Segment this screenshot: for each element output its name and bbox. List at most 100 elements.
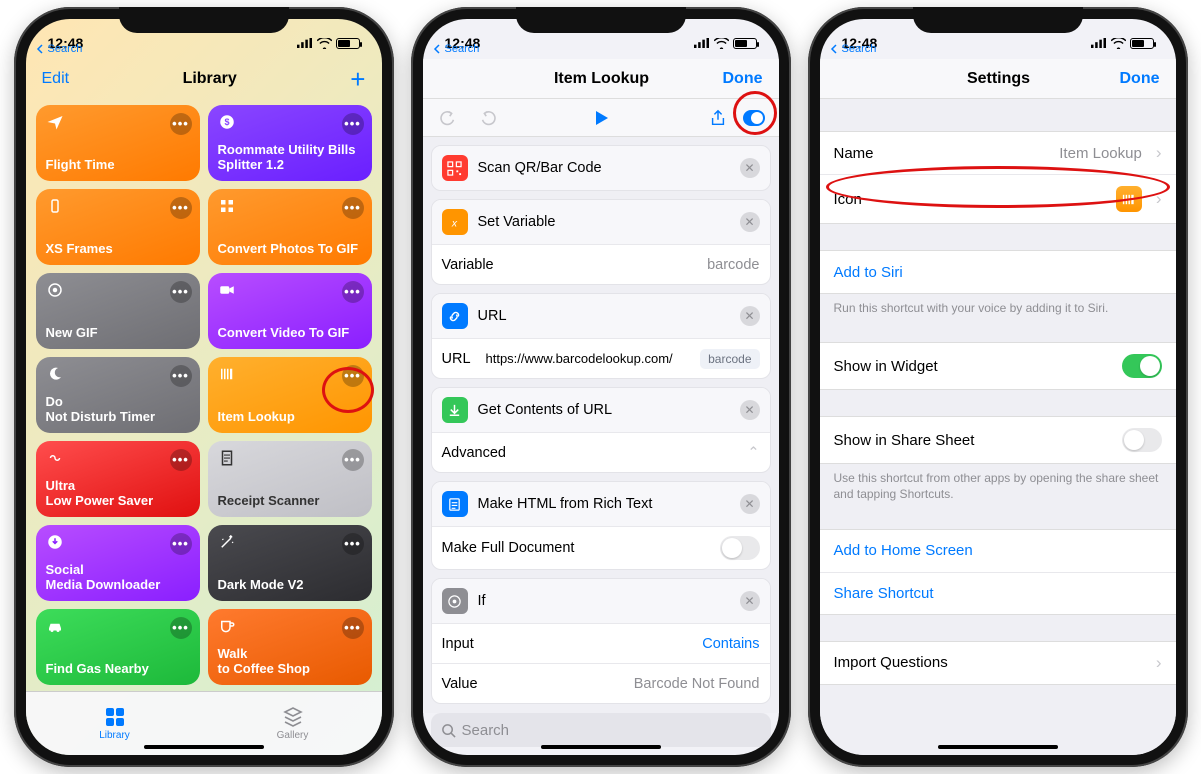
shortcut-tile[interactable]: ••• UltraLow Power Saver xyxy=(36,441,200,517)
page-title: Settings xyxy=(967,70,1030,88)
row-import-questions[interactable]: Import Questions › xyxy=(820,642,1176,684)
shortcut-tile[interactable]: ••• Receipt Scanner xyxy=(208,441,372,517)
tile-label: UltraLow Power Saver xyxy=(46,479,190,509)
shortcut-tile[interactable]: ••• Walkto Coffee Shop xyxy=(208,609,372,685)
tile-more-button[interactable]: ••• xyxy=(342,281,364,303)
svg-text:$: $ xyxy=(224,117,229,127)
row-show-share-sheet[interactable]: Show in Share Sheet xyxy=(820,417,1176,463)
settings-list: Name Item Lookup › Icon › Add to Siri Ru… xyxy=(820,99,1176,755)
row-show-widget[interactable]: Show in Widget xyxy=(820,343,1176,389)
advanced-row[interactable]: Advanced ⌃ xyxy=(432,432,770,472)
actions-list[interactable]: Scan QR/Bar Code ✕ x Set Variable ✕ Vari… xyxy=(423,137,779,713)
qr-icon xyxy=(442,155,468,181)
share-button[interactable] xyxy=(707,107,729,129)
delete-action[interactable]: ✕ xyxy=(740,158,760,178)
nav-editor: Item Lookup Done xyxy=(423,59,779,99)
video-icon xyxy=(218,281,236,299)
chevron-right-icon: › xyxy=(1156,653,1162,673)
add-button[interactable]: + xyxy=(350,64,365,95)
tile-label: Roommate Utility Bills Splitter 1.2 xyxy=(218,143,362,173)
tile-more-button[interactable]: ••• xyxy=(342,449,364,471)
action-set-variable[interactable]: x Set Variable ✕ Variable barcode xyxy=(431,199,771,285)
settings-toggle-button[interactable] xyxy=(743,107,765,129)
shortcut-tile[interactable]: ••• Find Gas Nearby xyxy=(36,609,200,685)
delete-action[interactable]: ✕ xyxy=(740,212,760,232)
url-variable-pill[interactable]: barcode xyxy=(700,349,759,369)
tile-more-button[interactable]: ••• xyxy=(342,197,364,219)
tile-more-button[interactable]: ••• xyxy=(170,533,192,555)
action-get-contents[interactable]: Get Contents of URL ✕ Advanced ⌃ xyxy=(431,387,771,473)
tile-more-button[interactable]: ••• xyxy=(170,617,192,639)
delete-action[interactable]: ✕ xyxy=(740,494,760,514)
shortcut-tile[interactable]: ••• SocialMedia Downloader xyxy=(36,525,200,601)
tile-more-button[interactable]: ••• xyxy=(342,617,364,639)
dollar-icon: $ xyxy=(218,113,236,131)
if-input-value[interactable]: Contains xyxy=(702,636,759,652)
action-scan[interactable]: Scan QR/Bar Code ✕ xyxy=(431,145,771,191)
shortcut-grid[interactable]: ••• Flight Time $ ••• Roommate Utility B… xyxy=(26,99,382,691)
done-button[interactable]: Done xyxy=(1120,70,1160,88)
shortcut-tile[interactable]: $ ••• Roommate Utility Bills Splitter 1.… xyxy=(208,105,372,181)
full-document-toggle[interactable] xyxy=(720,536,760,560)
tile-more-button[interactable]: ••• xyxy=(342,533,364,555)
tile-more-button[interactable]: ••• xyxy=(170,449,192,471)
shortcut-tile[interactable]: ••• Item Lookup xyxy=(208,357,372,433)
edit-button[interactable]: Edit xyxy=(42,70,70,88)
action-make-html[interactable]: Make HTML from Rich Text ✕ Make Full Doc… xyxy=(431,481,771,570)
shortcut-tile[interactable]: ••• Dark Mode V2 xyxy=(208,525,372,601)
home-indicator[interactable] xyxy=(938,745,1058,749)
url-field[interactable]: https://www.barcodelookup.com/ xyxy=(486,351,691,366)
undo-button[interactable] xyxy=(437,107,459,129)
gallery-icon xyxy=(282,706,304,728)
tile-more-button[interactable]: ••• xyxy=(342,113,364,135)
row-add-home-screen[interactable]: Add to Home Screen xyxy=(820,530,1176,572)
row-icon[interactable]: Icon › xyxy=(820,174,1176,223)
delete-action[interactable]: ✕ xyxy=(740,306,760,326)
back-to-search[interactable]: Search xyxy=(830,43,877,55)
tile-more-button[interactable]: ••• xyxy=(170,365,192,387)
delete-action[interactable]: ✕ xyxy=(740,591,760,611)
notch xyxy=(119,7,289,33)
variable-value[interactable]: barcode xyxy=(707,257,759,273)
run-button[interactable] xyxy=(590,107,612,129)
tile-more-button[interactable]: ••• xyxy=(170,197,192,219)
action-if[interactable]: If ✕ Input Contains Value Barcode Not Fo… xyxy=(431,578,771,704)
done-button[interactable]: Done xyxy=(722,70,762,88)
row-share-shortcut[interactable]: Share Shortcut xyxy=(820,572,1176,614)
action-url[interactable]: URL ✕ URL https://www.barcodelookup.com/… xyxy=(431,293,771,379)
nav-settings: Settings Done xyxy=(820,59,1176,99)
status-icons xyxy=(693,38,757,49)
tile-label: Flight Time xyxy=(46,158,190,173)
shortcut-tile[interactable]: ••• New GIF xyxy=(36,273,200,349)
shortcut-tile[interactable]: ••• Convert Video To GIF xyxy=(208,273,372,349)
widget-toggle[interactable] xyxy=(1122,354,1162,378)
share-sheet-toggle[interactable] xyxy=(1122,428,1162,452)
shortcut-tile[interactable]: ••• DoNot Disturb Timer xyxy=(36,357,200,433)
back-to-search[interactable]: Search xyxy=(433,43,480,55)
tile-more-button[interactable]: ••• xyxy=(170,113,192,135)
page-title: Item Lookup xyxy=(554,70,649,88)
row-name[interactable]: Name Item Lookup › xyxy=(820,132,1176,174)
tile-more-button[interactable]: ••• xyxy=(342,365,364,387)
grid-icon xyxy=(218,197,236,215)
redo-button[interactable] xyxy=(477,107,499,129)
tile-more-button[interactable]: ••• xyxy=(170,281,192,303)
shortcut-tile[interactable]: ••• XS Frames xyxy=(36,189,200,265)
delete-action[interactable]: ✕ xyxy=(740,400,760,420)
back-to-search[interactable]: Search xyxy=(36,43,83,55)
settings-toggle-icon xyxy=(743,110,765,126)
variable-icon: x xyxy=(442,209,468,235)
shortcut-tile[interactable]: ••• Convert Photos To GIF xyxy=(208,189,372,265)
tile-label: DoNot Disturb Timer xyxy=(46,395,190,425)
siri-note: Run this shortcut with your voice by add… xyxy=(820,294,1176,316)
barcode-icon xyxy=(218,365,236,383)
receipt-icon xyxy=(218,449,236,467)
if-value[interactable]: Barcode Not Found xyxy=(634,676,760,692)
home-indicator[interactable] xyxy=(144,745,264,749)
wifi-icon xyxy=(317,38,332,49)
row-add-to-siri[interactable]: Add to Siri xyxy=(820,251,1176,293)
shortcut-tile[interactable]: ••• Flight Time xyxy=(36,105,200,181)
home-indicator[interactable] xyxy=(541,745,661,749)
shortcut-icon-preview xyxy=(1116,186,1142,212)
action-search[interactable]: Search xyxy=(431,713,771,747)
